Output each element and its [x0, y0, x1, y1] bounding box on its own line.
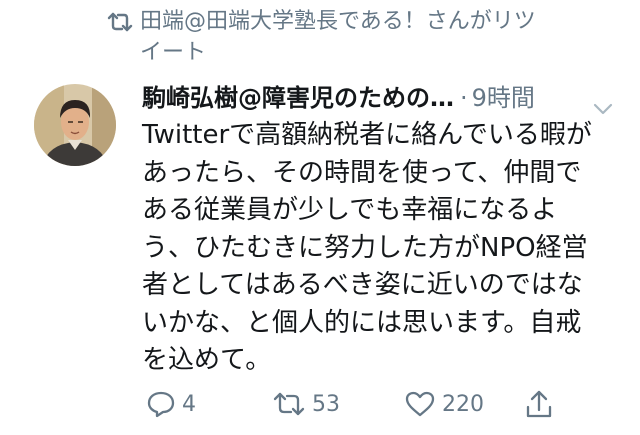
- tweet-text: Twitterで高額納税者に絡んでいる暇が あったら、その時間を使って、仲間で …: [142, 120, 592, 375]
- retweet-context[interactable]: 田端@田端大学塾長である！さんがリツイート: [106, 6, 546, 68]
- avatar[interactable]: [34, 84, 116, 166]
- reply-button[interactable]: 4: [146, 384, 196, 424]
- tweet-actions: 4 53 220: [142, 384, 622, 424]
- like-count: 220: [442, 391, 484, 417]
- timestamp[interactable]: 9時間: [472, 80, 535, 116]
- reply-icon: [146, 390, 176, 418]
- avatar-photo: [34, 84, 116, 166]
- retweet-button[interactable]: 53: [272, 384, 340, 424]
- reply-count: 4: [182, 391, 196, 417]
- tweet[interactable]: 田端@田端大学塾長である！さんがリツイート 駒崎弘樹@障害児のための… · 9時…: [0, 0, 640, 435]
- share-button[interactable]: [524, 384, 554, 424]
- retweet-icon: [272, 391, 306, 417]
- heart-icon: [404, 390, 436, 418]
- tweet-header: 駒崎弘樹@障害児のための… · 9時間: [142, 80, 622, 116]
- retweet-icon: [106, 11, 140, 42]
- share-icon: [524, 388, 554, 420]
- separator-dot: ·: [460, 84, 468, 112]
- retweeted-by-text[interactable]: 田端@田端大学塾長である！さんがリツイート: [140, 6, 546, 68]
- like-button[interactable]: 220: [404, 384, 484, 424]
- retweet-count: 53: [312, 391, 340, 417]
- author-name[interactable]: 駒崎弘樹@障害児のための…: [142, 80, 454, 116]
